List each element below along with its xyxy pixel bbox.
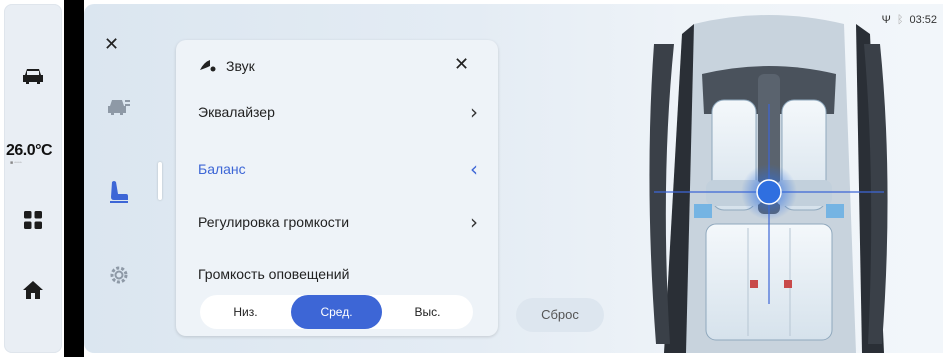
close-settings-button[interactable]: ✕: [104, 34, 119, 55]
temperature-sub: ■ ▫▫▫▫: [10, 160, 22, 166]
menu-item-label: Баланс: [198, 161, 246, 177]
car-interior-view: [649, 15, 888, 353]
main-panel: ✕ Звук ✕ Эквалайзер › Баланс ‹ Регулиров…: [84, 4, 943, 353]
close-card-button[interactable]: ✕: [454, 54, 469, 75]
reset-button[interactable]: Сброс: [516, 298, 604, 332]
clock: 03:52: [909, 14, 937, 26]
chevron-left-icon: ‹: [470, 157, 478, 181]
temperature-display[interactable]: 26.0°C ■ ▫▫▫▫: [6, 142, 64, 166]
chevron-right-icon: ›: [470, 210, 478, 234]
left-dock: 26.0°C ■ ▫▫▫▫: [4, 4, 62, 353]
menu-item-label: Регулировка громкости: [198, 214, 350, 230]
alert-volume-selector: Низ. Сред. Выс.: [200, 295, 473, 329]
menu-item-volume-adjust[interactable]: Регулировка громкости ›: [198, 210, 478, 234]
car-button[interactable]: [4, 56, 62, 96]
sound-settings-card: Звук ✕ Эквалайзер › Баланс ‹ Регулировка…: [176, 40, 498, 336]
card-title: Звук: [226, 58, 255, 74]
category-vehicle[interactable]: [106, 94, 132, 120]
card-header: Звук: [198, 58, 255, 74]
apps-button[interactable]: [4, 200, 62, 240]
alert-volume-label: Громкость оповещений: [198, 266, 350, 282]
seat-icon: [110, 181, 128, 203]
menu-item-equalizer[interactable]: Эквалайзер ›: [198, 100, 478, 124]
car-icon: [23, 69, 43, 84]
home-button[interactable]: [4, 270, 62, 310]
volume-option-high[interactable]: Выс.: [382, 295, 473, 329]
chevron-right-icon: ›: [470, 100, 478, 124]
menu-item-balance[interactable]: Баланс ‹: [198, 157, 478, 181]
volume-option-low[interactable]: Низ.: [200, 295, 291, 329]
scroll-indicator[interactable]: [158, 162, 162, 200]
home-icon: [23, 281, 43, 299]
bluetooth-icon: ᛒ: [896, 14, 904, 26]
menu-item-label: Эквалайзер: [198, 104, 275, 120]
volume-option-medium[interactable]: Сред.: [291, 295, 382, 329]
screen-divider: [64, 0, 84, 357]
gear-icon: [110, 266, 128, 284]
grid-icon: [24, 211, 42, 229]
category-settings[interactable]: [106, 262, 132, 288]
category-seat[interactable]: [106, 179, 132, 205]
temperature-value: 26.0°C: [6, 142, 53, 159]
status-bar: Ψ ᛒ 03:52: [882, 14, 937, 26]
usb-icon: Ψ: [881, 14, 891, 26]
sound-icon: [200, 60, 216, 72]
vehicle-settings-icon: [108, 100, 130, 115]
